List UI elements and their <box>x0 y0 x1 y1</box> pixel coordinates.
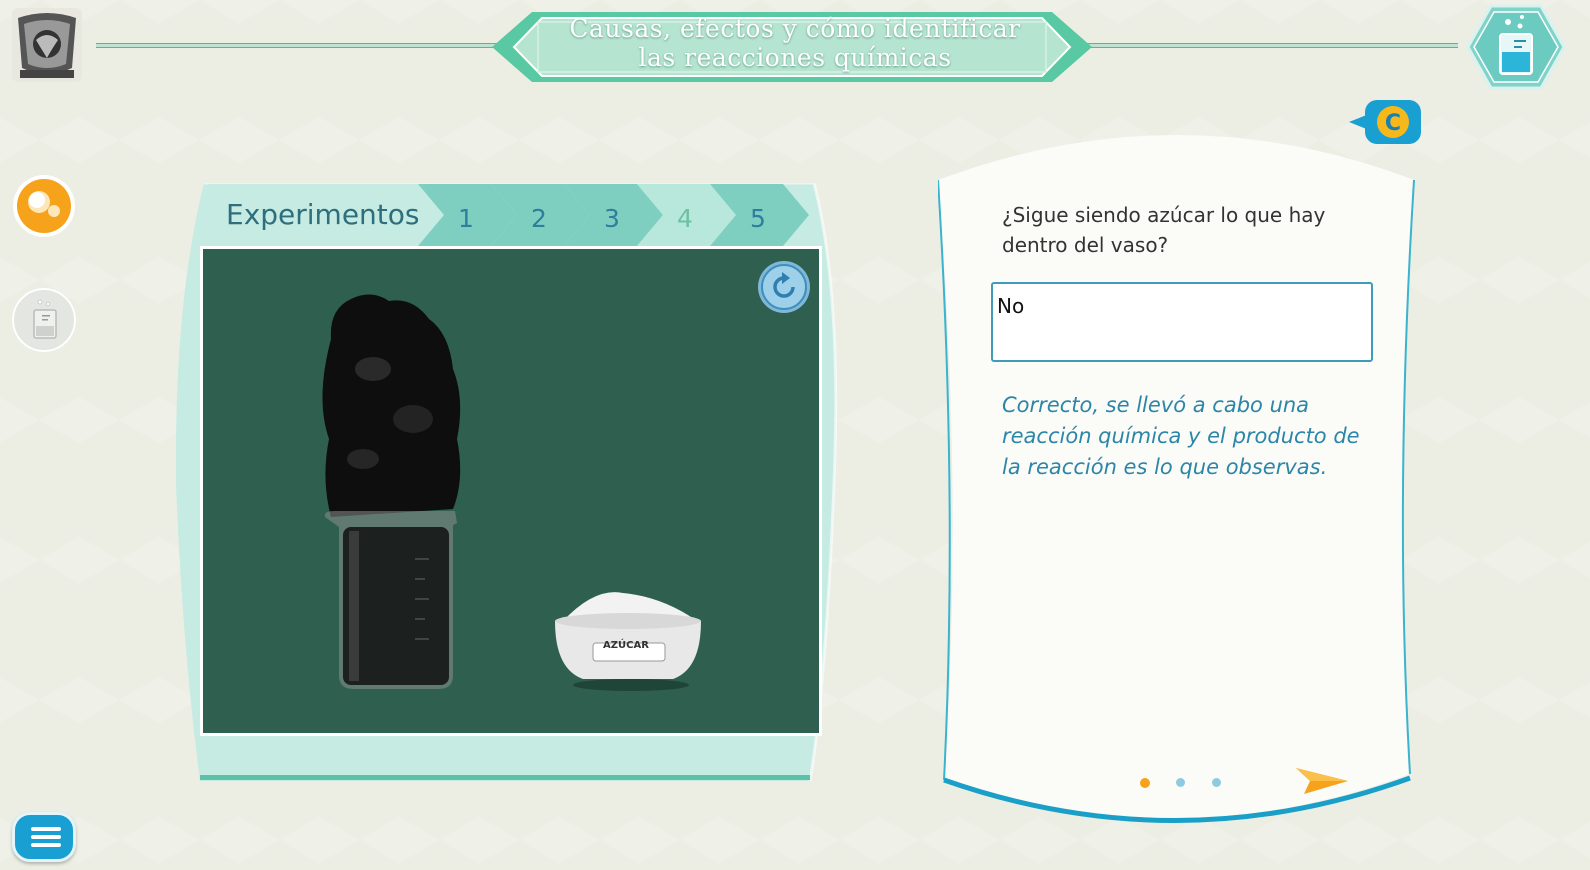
experiments-label: Experimentos <box>226 198 420 231</box>
answer-field[interactable]: No <box>991 282 1373 362</box>
tab-experiment-5[interactable]: 5 <box>738 204 778 233</box>
header-line-left <box>96 43 502 48</box>
sidebar-item-bubbles[interactable] <box>12 174 76 238</box>
header-line-right <box>1084 43 1458 48</box>
tab-experiment-4[interactable]: 4 <box>665 204 705 233</box>
unam-crest-icon <box>12 8 82 82</box>
hamburger-menu-icon <box>31 827 61 831</box>
experiment-stage <box>200 246 822 736</box>
pager-dot-1[interactable] <box>1140 778 1150 788</box>
feedback-text: Correcto, se llevó a cabo una reacción q… <box>1002 393 1360 479</box>
page-title-line2: las reacciones químicas <box>638 43 952 72</box>
main-menu-button[interactable] <box>12 812 76 862</box>
next-arrow-icon[interactable] <box>1294 766 1350 796</box>
badge-letter: C <box>1385 111 1401 136</box>
sidebar-item-beaker[interactable] <box>12 288 76 352</box>
hamburger-menu-icon-bar <box>31 835 61 839</box>
pager-dot-3[interactable] <box>1212 778 1221 787</box>
tab-experiment-3[interactable]: 3 <box>592 204 632 233</box>
beaker-hexagon-icon[interactable] <box>1466 4 1566 90</box>
copyright-badge[interactable]: C <box>1349 100 1423 146</box>
page-title: Causas, efectos y cómo identificar las r… <box>560 14 1030 72</box>
tab-experiment-1[interactable]: 1 <box>446 204 486 233</box>
page-title-line1: Causas, efectos y cómo identificar <box>569 14 1021 43</box>
experiment-illustration <box>322 294 701 691</box>
sugar-label: AZÚCAR <box>603 640 649 651</box>
question-text: ¿Sigue siendo azúcar lo que hay dentro d… <box>1002 203 1326 257</box>
reset-icon[interactable] <box>757 260 811 314</box>
pager-dot-2[interactable] <box>1176 778 1185 787</box>
tab-experiment-2[interactable]: 2 <box>519 204 559 233</box>
hamburger-menu-icon-bar <box>31 843 61 847</box>
